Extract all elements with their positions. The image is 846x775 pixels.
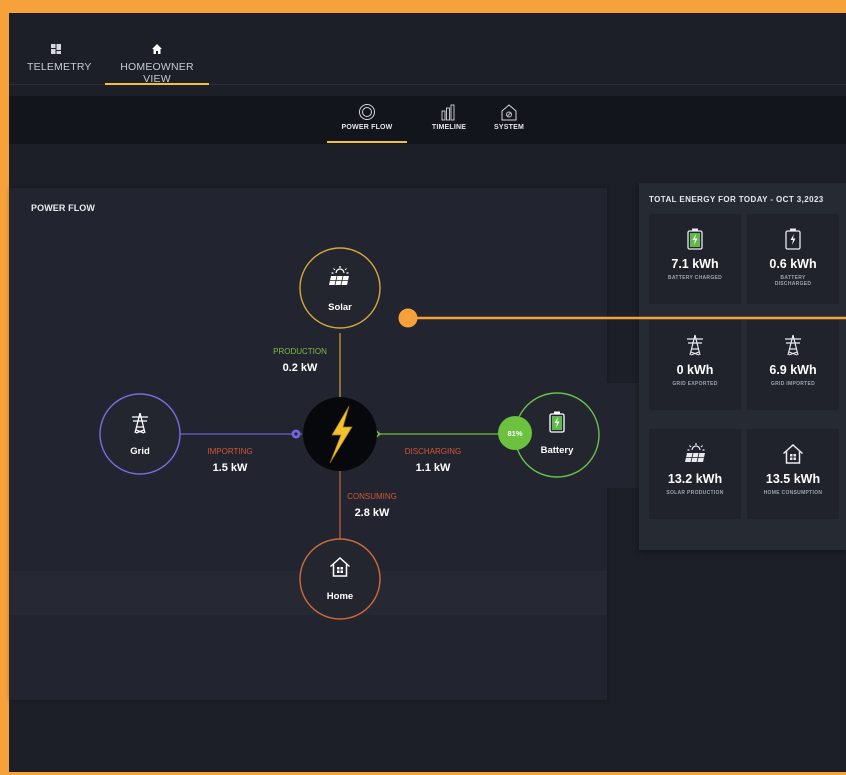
home-node[interactable]: Home: [299, 538, 381, 620]
grid-node-label: Grid: [130, 446, 150, 457]
battery-icon: [549, 411, 565, 433]
battery-discharged-caption: BATTERY DISCHARGED: [774, 275, 812, 287]
solar-panel-icon: [685, 443, 705, 463]
battery-discharging-icon: [785, 228, 801, 250]
home-consumption-caption: HOME CONSUMPTION: [763, 490, 823, 496]
power-flow-icon: [359, 104, 375, 120]
house-icon: [782, 443, 804, 464]
tab-power-flow-label: POWER FLOW: [341, 124, 393, 131]
grid-node-ring: [99, 393, 181, 475]
home-node-ring: [299, 538, 381, 620]
solar-node[interactable]: Solar: [299, 247, 381, 329]
top-nav: TELEMETRY HOMEOWNER VIEW: [9, 13, 846, 85]
tab-telemetry[interactable]: TELEMETRY: [27, 43, 92, 85]
tab-system[interactable]: SYSTEM: [469, 103, 549, 144]
grid-imported-caption: GRID IMPORTED: [770, 381, 816, 387]
panel-band-extension: [607, 383, 640, 488]
dashboard-icon: [51, 44, 61, 54]
system-icon: [501, 104, 517, 121]
battery-discharged-value: 0.6 kWh: [769, 257, 817, 271]
energy-today-title: TOTAL ENERGY FOR TODAY - OCT 3,2023: [649, 195, 824, 204]
solar-production-card: 13.2 kWh SOLAR PRODUCTION: [649, 429, 741, 519]
tab-system-label: SYSTEM: [494, 124, 524, 131]
battery-charged-caption: BATTERY CHARGED: [667, 275, 723, 281]
grid-node[interactable]: Grid: [99, 393, 181, 475]
home-consumption-card: 13.5 kWh HOME CONSUMPTION: [747, 429, 839, 519]
solar-production-value: 13.2 kWh: [667, 472, 723, 486]
grid-imported-value: 6.9 kWh: [769, 363, 817, 377]
battery-discharged-card: 0.6 kWh BATTERY DISCHARGED: [747, 214, 839, 304]
grid-imported-card: 6.9 kWh GRID IMPORTED: [747, 320, 839, 410]
solar-node-ring: [299, 247, 381, 329]
sub-nav: POWER FLOW TIMELINE SYSTEM: [9, 96, 846, 144]
energy-today-panel: TOTAL ENERGY FOR TODAY - OCT 3,2023 7.1 …: [639, 183, 846, 550]
active-subtab-indicator: [327, 141, 407, 143]
solar-production-caption: SOLAR PRODUCTION: [666, 490, 724, 496]
tab-telemetry-label: TELEMETRY: [27, 61, 92, 73]
transmission-tower-icon: [687, 334, 703, 356]
app-window: TELEMETRY HOMEOWNER VIEW POWER FLOW TIME…: [9, 13, 846, 772]
battery-charged-value: 7.1 kWh: [671, 257, 719, 271]
energy-hub: [303, 397, 377, 471]
timeline-icon: [441, 104, 455, 121]
solar-node-label: Solar: [328, 302, 352, 313]
grid-exported-value: 0 kWh: [676, 363, 714, 377]
battery-charging-icon: [687, 228, 703, 250]
battery-node-label: Battery: [541, 445, 574, 456]
tab-homeowner-view[interactable]: HOMEOWNER VIEW: [105, 43, 209, 85]
grid-exported-card: 0 kWh GRID EXPORTED: [649, 320, 741, 410]
home-node-label: Home: [327, 591, 353, 602]
power-flow-title: POWER FLOW: [31, 203, 95, 213]
grid-exported-caption: GRID EXPORTED: [672, 381, 718, 387]
active-tab-indicator: [105, 83, 209, 85]
battery-charge-value: 81%: [507, 429, 522, 438]
home-icon: [152, 44, 162, 54]
battery-charged-card: 7.1 kWh BATTERY CHARGED: [649, 214, 741, 304]
transmission-tower-icon: [785, 334, 801, 356]
tab-homeowner-view-label: HOMEOWNER VIEW: [120, 61, 194, 85]
home-consumption-value: 13.5 kWh: [765, 472, 821, 486]
tab-power-flow[interactable]: POWER FLOW: [327, 103, 407, 144]
